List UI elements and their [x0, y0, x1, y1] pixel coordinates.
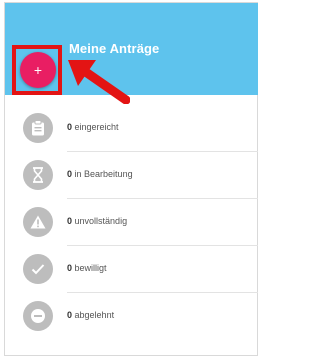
hourglass-icon	[23, 160, 53, 190]
list-item-eingereicht[interactable]: 0 eingereicht	[5, 105, 258, 152]
status-count: 0	[67, 263, 73, 273]
status-label: abgelehnt	[74, 310, 115, 320]
status-text: 0 abgelehnt	[67, 310, 114, 320]
minus-circle-icon	[23, 301, 53, 331]
check-icon	[23, 254, 53, 284]
status-label: eingereicht	[74, 122, 119, 132]
status-label: in Bearbeitung	[74, 169, 133, 179]
plus-icon: +	[33, 62, 43, 78]
status-text: 0 unvollständig	[67, 216, 127, 226]
list-item-abgelehnt[interactable]: 0 abgelehnt	[5, 293, 258, 340]
list-item-in-bearbeitung[interactable]: 0 in Bearbeitung	[5, 152, 258, 199]
status-count: 0	[67, 310, 73, 320]
status-text: 0 eingereicht	[67, 122, 119, 132]
status-text: 0 in Bearbeitung	[67, 169, 133, 179]
warning-icon	[23, 207, 53, 237]
list-item-unvollstaendig[interactable]: 0 unvollständig	[5, 199, 258, 246]
status-count: 0	[67, 216, 73, 226]
list-item-bewilligt[interactable]: 0 bewilligt	[5, 246, 258, 293]
status-count: 0	[67, 122, 73, 132]
status-label: bewilligt	[74, 263, 107, 273]
status-label: unvollständig	[74, 216, 128, 226]
clipboard-icon	[23, 113, 53, 143]
add-application-button[interactable]: +	[20, 52, 56, 88]
status-text: 0 bewilligt	[67, 263, 107, 273]
status-count: 0	[67, 169, 73, 179]
page-title: Meine Anträge	[69, 41, 160, 56]
pointer-arrow-icon	[68, 60, 130, 104]
